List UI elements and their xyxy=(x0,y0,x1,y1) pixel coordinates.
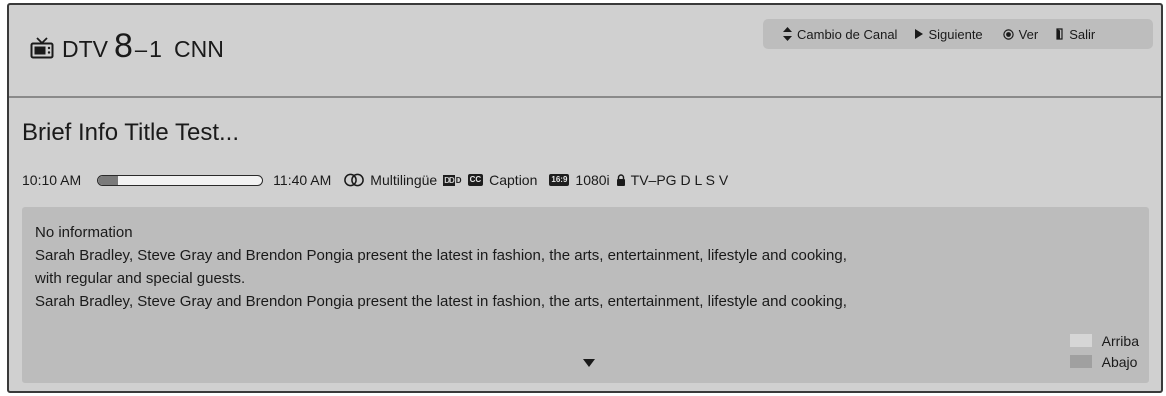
end-time: 11:40 AM xyxy=(273,172,332,188)
channel-separator: – xyxy=(134,37,148,62)
help-next[interactable]: Siguiente xyxy=(915,26,983,42)
channel-header: DTV 8 – 1 CNN Cambio de Canal Siguiente xyxy=(9,5,1161,98)
help-change-channel[interactable]: Cambio de Canal xyxy=(783,27,897,42)
description-line: Sarah Bradley, Steve Gray and Brendon Po… xyxy=(35,247,847,264)
caption-label: Caption xyxy=(489,172,538,188)
legend-down-label: Abajo xyxy=(1101,353,1138,370)
legend-up-label: Arriba xyxy=(1101,332,1139,349)
help-change-channel-label: Cambio de Canal xyxy=(797,26,898,42)
channel-name: CNN xyxy=(173,36,224,62)
description-box[interactable]: No information Sarah Bradley, Steve Gray… xyxy=(22,207,1149,383)
closed-caption-icon: CC xyxy=(467,174,484,186)
resolution-label: 1080i xyxy=(575,172,610,188)
page-legend: Arriba Abajo xyxy=(1069,330,1139,372)
help-view-label: Ver xyxy=(1018,26,1039,42)
program-title: Brief Info Title Test... xyxy=(22,119,239,146)
help-next-label: Siguiente xyxy=(928,26,983,42)
channel-major-number: 8 xyxy=(114,27,133,65)
scroll-down-arrow-icon[interactable] xyxy=(583,359,595,367)
description-line: Sarah Bradley, Steve Gray and Brendon Po… xyxy=(35,293,847,310)
description-line: with regular and special guests. xyxy=(35,270,246,287)
down-color-swatch xyxy=(1069,355,1092,368)
source-label: DTV xyxy=(62,36,108,62)
progress-fill xyxy=(98,175,118,185)
tv-icon xyxy=(30,37,54,59)
exit-icon xyxy=(1056,28,1064,40)
dolby-digital-icon: DD D xyxy=(443,174,462,186)
start-time: 10:10 AM xyxy=(22,172,82,188)
channel-info: DTV 8 – 1 CNN xyxy=(30,27,224,66)
progress-bar xyxy=(97,174,264,186)
help-exit-label: Salir xyxy=(1069,26,1096,42)
audio-label: Multilingüe xyxy=(370,172,438,188)
up-down-arrows-icon xyxy=(783,27,792,41)
legend-down[interactable]: Abajo xyxy=(1069,351,1139,372)
aspect-ratio-badge: 16:9 xyxy=(549,174,570,186)
help-view[interactable]: Ver xyxy=(1002,26,1039,42)
lock-icon xyxy=(616,174,625,186)
channel-minor-number: 1 xyxy=(149,36,162,62)
program-info-panel: DTV 8 – 1 CNN Cambio de Canal Siguiente xyxy=(7,3,1163,393)
play-arrow-icon xyxy=(915,29,924,39)
help-exit[interactable]: Salir xyxy=(1056,27,1095,42)
description-line: No information xyxy=(35,224,133,241)
description-text: No information Sarah Bradley, Steve Gray… xyxy=(35,221,1055,313)
key-help-bar: Cambio de Canal Siguiente Ver Salir xyxy=(763,19,1153,49)
rating-label: TV–PG D L S V xyxy=(630,172,729,188)
legend-up[interactable]: Arriba xyxy=(1069,330,1139,351)
up-color-swatch xyxy=(1069,334,1092,347)
multi-audio-icon xyxy=(344,173,365,187)
program-info-row: 10:10 AM 11:40 AM Multilingüe DD D CC Cap… xyxy=(22,170,728,190)
ok-circle-icon xyxy=(1002,28,1014,40)
